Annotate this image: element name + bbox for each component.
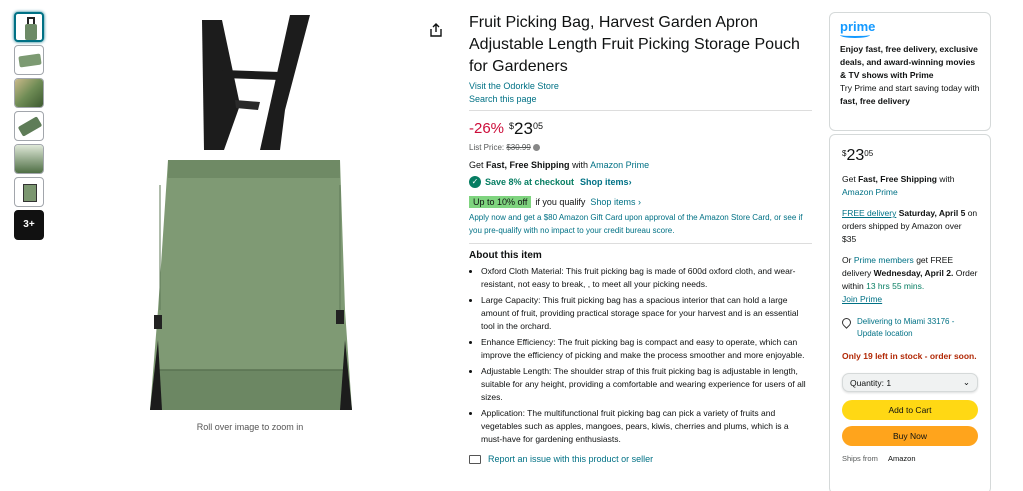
prime-members-link[interactable]: Prime members [854, 255, 914, 265]
ship-with: with [939, 174, 955, 184]
delivery-location[interactable]: Delivering to Miami 33176 - Update locat… [840, 316, 978, 340]
thumbnail-3[interactable] [14, 78, 44, 108]
ships-from: Ships from Amazon [842, 454, 978, 463]
fastest-delivery: Or Prime members get FREE delivery Wedne… [842, 254, 978, 306]
fast-delivery-date: Wednesday, April 2. [873, 268, 954, 278]
list-price-label: List Price: [469, 143, 505, 152]
about-title: About this item [469, 250, 542, 261]
amazon-prime-link[interactable]: Amazon Prime [842, 187, 898, 197]
price-fraction: 05 [864, 149, 874, 158]
bullet-item: Oxford Cloth Material: This fruit pickin… [481, 265, 812, 291]
shop-items-link[interactable]: Shop items [580, 177, 629, 187]
amazon-prime-link[interactable]: Amazon Prime [590, 160, 649, 170]
qualify-text: if you qualify [535, 197, 586, 207]
buybox-price: $ 23 05 [842, 147, 978, 165]
stock-status: Only 19 left in stock - order soon. [842, 351, 977, 361]
store-card-offer[interactable]: Apply now and get a $80 Amazon Gift Card… [469, 211, 812, 237]
message-icon [469, 454, 481, 464]
location-pin-icon [840, 316, 853, 329]
product-image[interactable] [140, 10, 360, 420]
thumbnail-5[interactable] [14, 144, 44, 174]
qualify-line: Up to 10% off if you qualify Shop items … [469, 196, 812, 208]
shipping-bold: Fast, Free Shipping [486, 160, 570, 170]
list-price-value: $30.99 [506, 143, 531, 152]
check-icon: ✓ [469, 176, 481, 188]
thumbnail-1[interactable] [14, 12, 44, 42]
list-price: List Price: $30.99 [469, 143, 812, 152]
zoom-hint: Roll over image to zoom in [196, 422, 304, 432]
ships-from-value: Amazon [888, 454, 916, 463]
quantity-select[interactable]: Quantity: 1 ⌄ [842, 373, 978, 392]
search-page-link[interactable]: Search this page [469, 94, 812, 104]
prime-description: Enjoy fast, free delivery, exclusive dea… [840, 44, 978, 80]
feature-bullets: Oxford Cloth Material: This fruit pickin… [469, 265, 812, 446]
chevron-down-icon: ⌄ [962, 377, 970, 387]
quantity-value: Quantity: 1 [850, 377, 892, 388]
bullet-item: Large Capacity: This fruit picking bag h… [481, 294, 812, 333]
coupon-line: ✓ Save 8% at checkout Shop items › [469, 176, 812, 188]
delivery-info: FREE delivery Saturday, April 5 on order… [842, 207, 978, 246]
divider [469, 243, 812, 244]
prime-trial-bold: fast, free delivery [840, 96, 910, 106]
ships-from-label: Ships from [842, 454, 878, 463]
price-block: -26% $ 23 05 [469, 119, 812, 139]
discount-percent: -26% [469, 120, 505, 137]
countdown: 13 hrs 55 mins. [866, 281, 925, 291]
add-to-cart-button[interactable]: Add to Cart [842, 400, 978, 420]
discount-badge: Up to 10% off [469, 196, 532, 208]
save-text: Save 8% at checkout [485, 177, 575, 187]
bullet-item: Enhance Efficiency: The fruit picking ba… [481, 336, 812, 362]
delivery-date: Saturday, April 5 [898, 208, 966, 218]
divider [469, 110, 812, 111]
chevron-right-icon: › [635, 197, 641, 207]
bullet-item: Adjustable Length: The shoulder strap of… [481, 365, 812, 404]
ship-bold: Fast, Free Shipping [858, 174, 937, 184]
buy-box: $ 23 05 Get Fast, Free Shipping with Ama… [829, 134, 991, 491]
buybox-shipping: Get Fast, Free Shipping with Amazon Prim… [842, 173, 978, 199]
product-title: Fruit Picking Bag, Harvest Garden Apron … [469, 14, 800, 75]
report-issue: Report an issue with this product or sel… [469, 454, 812, 464]
report-issue-link[interactable]: Report an issue with this product or sel… [488, 454, 653, 464]
prime-logo: prime [840, 19, 876, 34]
free-delivery-link[interactable]: FREE delivery [842, 208, 896, 218]
shipping-with: with [572, 160, 589, 170]
shipping-line: Get Fast, Free Shipping with Amazon Prim… [469, 160, 812, 170]
thumbnail-2[interactable] [14, 45, 44, 75]
prime-trial: Try Prime and start saving today with fa… [840, 82, 980, 108]
share-icon[interactable] [428, 22, 444, 38]
store-link[interactable]: Visit the Odorkle Store [469, 81, 812, 91]
price-whole: 23 [846, 147, 865, 164]
shipping-prefix: Get [469, 160, 484, 170]
prime-promo[interactable]: prime Enjoy fast, free delivery, exclusi… [829, 12, 991, 131]
thumbnail-strip: 3+ [14, 12, 46, 243]
thumbnail-4[interactable] [14, 111, 44, 141]
bullet-item: Application: The multifunctional fruit p… [481, 407, 812, 446]
ship-prefix: Get [842, 174, 856, 184]
price-whole: 23 [514, 119, 533, 138]
join-prime-link[interactable]: Join Prime [842, 294, 882, 304]
thumbnail-6[interactable] [14, 177, 44, 207]
product-details: Fruit Picking Bag, Harvest Garden Apron … [469, 12, 812, 464]
info-icon[interactable] [533, 144, 541, 152]
prime-trial-text: Try Prime and start saving today with [840, 83, 980, 93]
buy-now-button[interactable]: Buy Now [842, 426, 978, 446]
or-text: Or [842, 255, 852, 265]
more-images-button[interactable]: 3+ [14, 210, 44, 240]
price-fraction: 05 [532, 121, 543, 131]
shop-items-link-2[interactable]: Shop items [590, 197, 635, 207]
location-link[interactable]: Delivering to Miami 33176 - Update locat… [857, 316, 978, 340]
chevron-right-icon: › [628, 177, 632, 187]
